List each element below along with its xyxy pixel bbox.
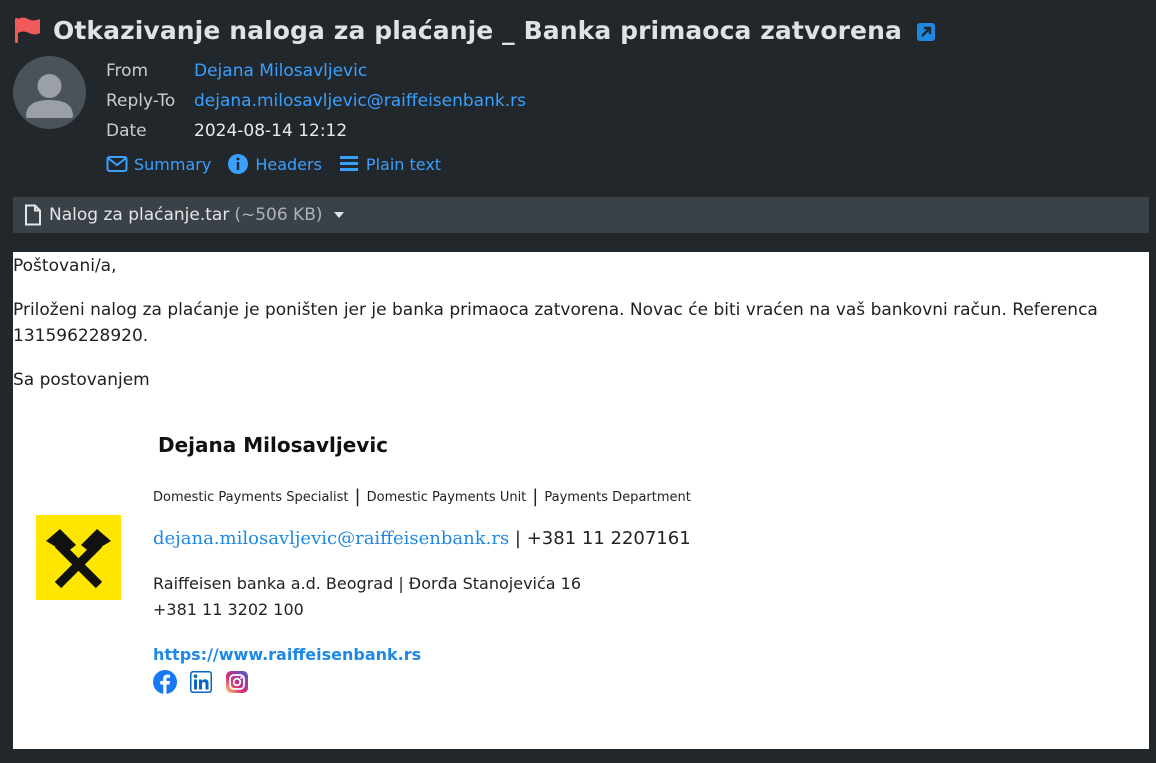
role-department: Payments Department — [544, 490, 691, 505]
replyto-value[interactable]: dejana.milosavljevic@raiffeisenbank.rs — [194, 91, 526, 111]
replyto-label: Reply-To — [106, 91, 176, 111]
attachment-name[interactable]: Nalog za plaćanje.tar — [49, 205, 229, 225]
flag-icon[interactable] — [13, 15, 43, 45]
replyto-row: Reply-To dejana.milosavljevic@raiffeisen… — [106, 86, 526, 116]
date-label: Date — [106, 121, 147, 141]
closing: Sa postovanjem — [13, 370, 150, 390]
attachment-bar[interactable]: Nalog za plaćanje.tar (~506 KB) — [13, 197, 1149, 233]
role-specialist: Domestic Payments Specialist — [153, 490, 349, 505]
message-body: Poštovani/a, Priloženi nalog za plaćanje… — [13, 252, 1149, 749]
attachment-size: (~506 KB) — [234, 205, 323, 225]
date-value: 2024-08-14 12:12 — [194, 121, 348, 141]
signature-office-phone: +381 11 3202 100 — [153, 600, 304, 619]
linkedin-icon[interactable] — [189, 670, 213, 694]
subject-row: Otkazivanje naloga za plaćanje _ Banka p… — [13, 12, 936, 48]
signature-name: Dejana Milosavljevic — [158, 433, 389, 457]
body-paragraph: Priloženi nalog za plaćanje je poništen … — [13, 300, 1098, 320]
social-links — [153, 670, 249, 694]
plain-text-button[interactable]: Plain text — [338, 151, 441, 177]
body-reference: 131596228920. — [13, 326, 149, 346]
signature-roles: Domestic Payments Specialist | Domestic Pa… — [153, 486, 691, 507]
external-link-icon[interactable] — [916, 22, 936, 42]
envelope-icon — [106, 156, 128, 172]
list-icon — [339, 156, 358, 171]
date-row: Date 2024-08-14 12:12 — [106, 116, 526, 146]
greeting: Poštovani/a, — [13, 256, 117, 276]
view-switcher: Summary Headers Plain text — [106, 151, 441, 177]
plain-text-label: Plain text — [365, 154, 442, 174]
signature-address-block: Raiffeisen banka a.d. Beograd | Đorđa St… — [153, 571, 581, 623]
file-icon — [25, 204, 41, 226]
summary-button[interactable]: Summary — [106, 151, 211, 177]
facebook-icon[interactable] — [153, 670, 177, 694]
headers-button[interactable]: Headers — [227, 151, 322, 177]
caret-down-icon[interactable] — [333, 211, 345, 219]
from-value[interactable]: Dejana Milosavljevic — [194, 61, 367, 81]
role-unit: Domestic Payments Unit — [366, 490, 527, 505]
message-subject: Otkazivanje naloga za plaćanje _ Banka p… — [53, 15, 902, 45]
instagram-icon[interactable] — [225, 670, 249, 694]
headers-label: Headers — [255, 154, 322, 174]
message-headers: From Dejana Milosavljevic Reply-To dejan… — [106, 56, 526, 146]
from-label: From — [106, 61, 149, 81]
avatar — [13, 56, 86, 129]
signature-website[interactable]: https://www.raiffeisenbank.rs — [153, 642, 421, 668]
signature-contact: dejana.milosavljevic@raiffeisenbank.rs |… — [153, 526, 691, 552]
raiffeisen-logo — [36, 515, 121, 600]
signature-phone: | +381 11 2207161 — [514, 528, 691, 549]
signature-email[interactable]: dejana.milosavljevic@raiffeisenbank.rs — [153, 528, 509, 549]
summary-label: Summary — [134, 154, 212, 174]
signature-address: Raiffeisen banka a.d. Beograd | Đorđa St… — [153, 574, 582, 593]
from-row: From Dejana Milosavljevic — [106, 56, 526, 86]
info-icon — [228, 154, 249, 174]
avatar-icon — [26, 74, 73, 118]
